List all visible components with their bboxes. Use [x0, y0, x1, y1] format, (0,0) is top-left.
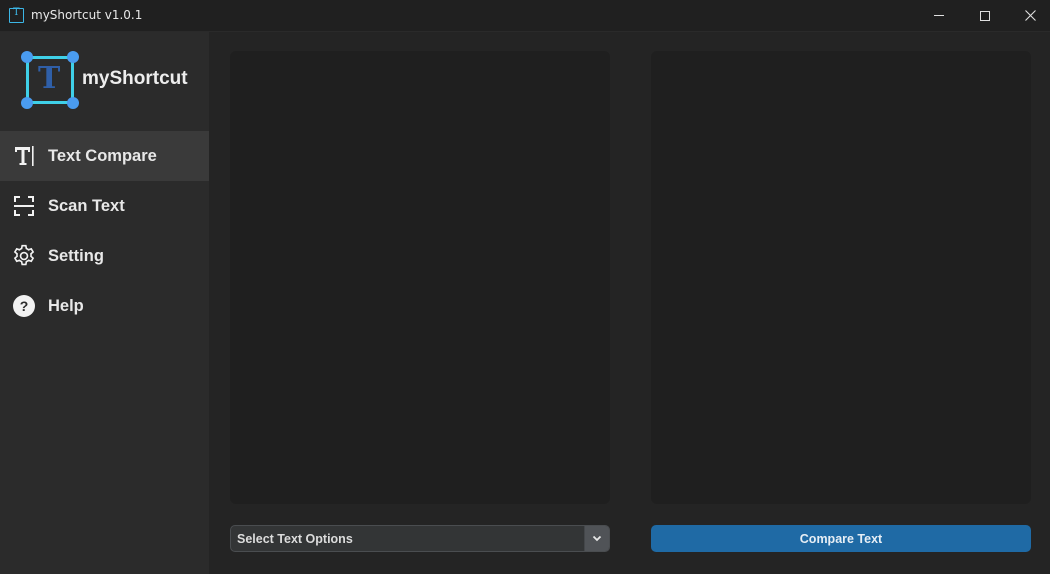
app-icon: T	[9, 7, 24, 23]
close-button[interactable]	[1007, 0, 1050, 31]
svg-text:?: ?	[20, 298, 29, 314]
maximize-button[interactable]	[962, 0, 1008, 31]
maximize-icon	[980, 10, 990, 21]
nav-label-help: Help	[48, 296, 84, 315]
close-icon	[1024, 10, 1036, 21]
nav-item-scan-text[interactable]: Scan Text	[0, 181, 209, 231]
title-bar: T myShortcut v1.0.1	[0, 0, 1050, 32]
left-text-box[interactable]	[230, 51, 610, 504]
chevron-down-icon[interactable]	[584, 526, 609, 551]
sidebar: T myShortcut Text Compare Scan Text Sett…	[0, 32, 209, 574]
text-icon	[0, 131, 48, 181]
select-value: Select Text Options	[237, 532, 353, 546]
window-title: myShortcut v1.0.1	[31, 8, 143, 22]
gear-icon	[0, 231, 48, 281]
compare-text-button[interactable]: Compare Text	[651, 525, 1031, 552]
logo-name: myShortcut	[82, 68, 188, 89]
nav-label-scan-text: Scan Text	[48, 196, 125, 215]
nav-label-text-compare: Text Compare	[48, 146, 157, 165]
compare-text-label: Compare Text	[799, 531, 883, 546]
text-options-select[interactable]: Select Text Options	[230, 525, 610, 552]
right-text-box[interactable]	[651, 51, 1031, 504]
nav-item-setting[interactable]: Setting	[0, 231, 209, 281]
logo-icon: T	[21, 51, 79, 109]
nav-label-setting: Setting	[48, 246, 104, 265]
minimize-button[interactable]	[916, 0, 962, 31]
nav-item-help[interactable]: ? Help	[0, 281, 209, 331]
minimize-icon	[934, 15, 944, 16]
scan-icon	[0, 181, 48, 231]
help-icon: ?	[0, 281, 48, 331]
nav-item-text-compare[interactable]: Text Compare	[0, 131, 209, 181]
